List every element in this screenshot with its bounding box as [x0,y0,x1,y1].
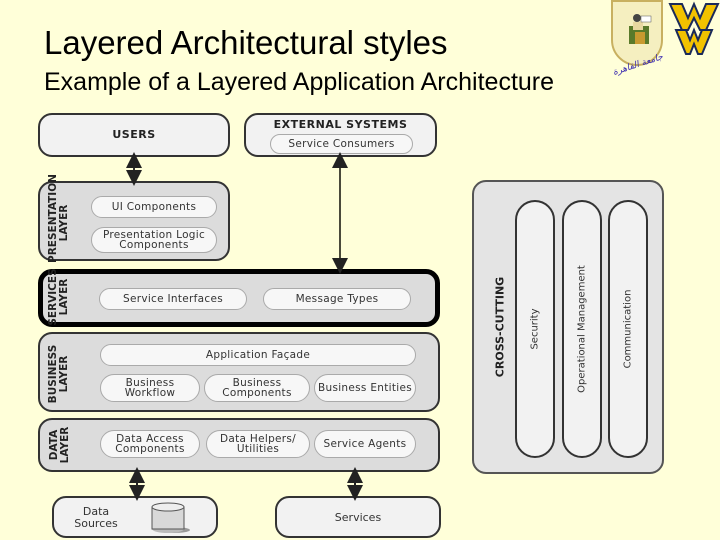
external-systems-label: EXTERNAL SYSTEMS [273,118,408,131]
business-layer: BUSINESS LAYER Application Façade Busine… [38,332,440,412]
external-systems-box: EXTERNAL SYSTEMS Service Consumers [244,113,437,157]
users-label: USERS [112,128,156,141]
cross-cutting-label: CROSS-CUTTING [493,276,507,378]
component-business-workflow: Business Workflow [100,374,200,402]
services-layer: SERVICES LAYER Service Interfaces Messag… [38,268,440,327]
component-application-facade: Application Façade [100,344,416,366]
data-layer: DATA LAYER Data Access Components Data H… [38,418,440,472]
component-service-interfaces: Service Interfaces [99,288,247,310]
component-service-agents: Service Agents [314,430,416,458]
component-business-entities: Business Entities [314,374,416,402]
cross-cutting-security: Security [515,200,555,458]
services-box: Services [275,496,441,538]
seated-scribe-icon [629,14,652,44]
component-business-components: Business Components [204,374,310,402]
data-sources-label: Data Sources [74,505,118,530]
business-layer-label: BUSINESS LAYER [47,344,70,404]
presentation-layer: PRESENTATION LAYER UI Components Present… [38,174,230,263]
cross-cutting-operational-management: Operational Management [562,200,602,458]
data-sources-box: Data Sources [52,496,218,538]
data-layer-label: DATA LAYER [48,426,71,464]
component-service-consumers: Service Consumers [270,134,413,154]
services-layer-label: SERVICES LAYER [47,268,70,326]
component-data-helpers: Data Helpers/ Utilities [206,430,310,458]
cross-cutting-communication: Communication [608,200,648,458]
users-box: USERS [38,113,230,157]
component-ui-components: UI Components [91,196,217,218]
wv-logo [668,1,720,55]
database-icon [151,502,190,533]
cross-cutting-box: CROSS-CUTTING Security Operational Manag… [472,180,664,474]
component-presentation-logic: Presentation Logic Components [91,227,217,253]
slide-title: Layered Architectural styles [44,24,448,61]
services-label: Services [334,511,382,524]
presentation-layer-label: PRESENTATION LAYER [47,174,70,263]
slide-subtitle: Example of a Layered Application Archite… [44,68,555,96]
component-data-access: Data Access Components [100,430,200,458]
component-message-types: Message Types [263,288,411,310]
